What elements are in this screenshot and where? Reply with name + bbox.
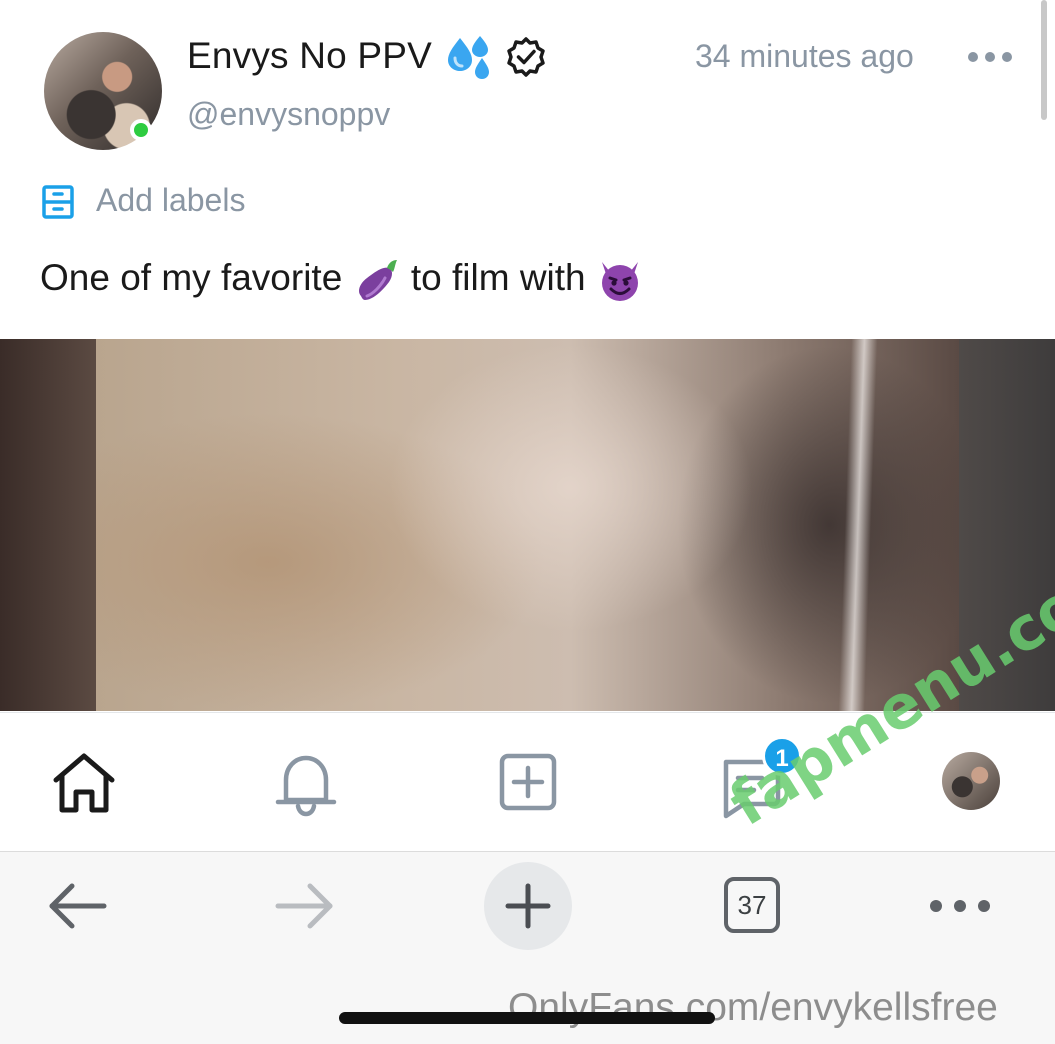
post-more-options-icon[interactable]	[968, 52, 1012, 66]
verified-badge-icon	[507, 37, 545, 77]
home-indicator[interactable]	[339, 1012, 715, 1024]
caption-text-end: to film with	[410, 256, 586, 298]
browser-more-icon[interactable]	[930, 900, 990, 912]
labels-icon	[42, 185, 74, 219]
droplets-emoji	[448, 36, 489, 79]
scrollbar[interactable]	[1041, 0, 1047, 120]
back-arrow-icon[interactable]	[46, 878, 110, 934]
post-caption: One of my favorite to film with	[40, 256, 644, 304]
add-labels-label: Add labels	[96, 182, 246, 218]
post-media-video[interactable]	[0, 339, 1055, 711]
caption-text-start: One of my favorite	[40, 256, 343, 298]
post-header: Envys No PPV @envysnoppv 34 minutes ago	[0, 0, 1055, 160]
home-icon[interactable]	[48, 748, 120, 820]
tab-switcher-button[interactable]: 37	[724, 877, 780, 933]
smiling-devil-emoji	[601, 262, 638, 301]
media-frame	[96, 339, 959, 711]
author-display-name[interactable]: Envys No PPV	[187, 35, 432, 77]
add-post-icon[interactable]	[492, 748, 564, 820]
online-status-dot	[130, 119, 152, 141]
bell-icon[interactable]	[270, 748, 342, 820]
author-username[interactable]: @envysnoppv	[187, 96, 390, 133]
media-letterbox-left	[0, 339, 96, 711]
profile-avatar[interactable]	[942, 752, 1000, 810]
new-tab-button[interactable]	[484, 862, 572, 950]
plus-icon	[505, 883, 551, 929]
forward-arrow-icon[interactable]	[272, 878, 336, 934]
eggplant-emoji	[358, 260, 397, 300]
post-timestamp[interactable]: 34 minutes ago	[695, 38, 914, 75]
